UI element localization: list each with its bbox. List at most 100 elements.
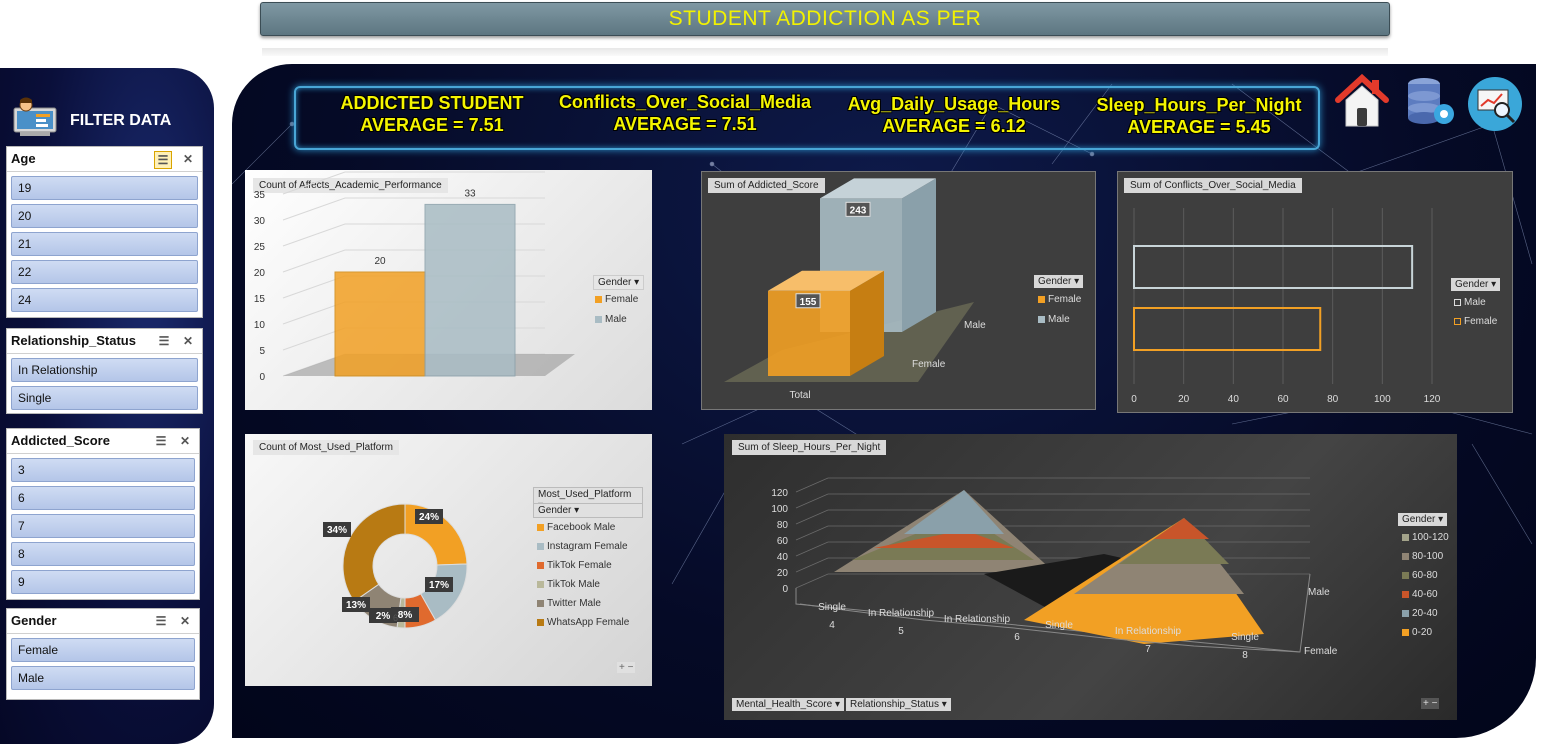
legend-title: Gender bbox=[598, 277, 632, 288]
filter-label: Mental_Health_Score bbox=[736, 699, 833, 710]
slicer-item[interactable]: In Relationship bbox=[11, 358, 198, 382]
slicer-gender: Gender ☰ ✕ Female Male bbox=[6, 608, 200, 700]
depth-label: Male bbox=[1308, 587, 1330, 598]
legend-label: Instagram Female bbox=[547, 541, 628, 552]
legend-label: Female bbox=[1048, 294, 1082, 305]
legend-item: 20-40 bbox=[1402, 608, 1438, 619]
y-tick-label: 30 bbox=[254, 216, 266, 227]
legend-filter-gender[interactable]: Gender ▾ bbox=[1034, 275, 1084, 288]
slicer-item[interactable]: 19 bbox=[11, 176, 198, 200]
analytics-search-icon[interactable] bbox=[1466, 76, 1526, 132]
legend-filter-gender[interactable]: Gender ▾ bbox=[593, 275, 645, 290]
y-tick-label: 20 bbox=[777, 568, 789, 579]
x-tick-label: 80 bbox=[1327, 394, 1339, 405]
x-tick-label: 120 bbox=[1424, 394, 1441, 405]
expand-collapse-buttons[interactable]: + − bbox=[617, 662, 636, 673]
legend-item: 60-80 bbox=[1402, 570, 1438, 581]
data-label: 243 bbox=[850, 205, 867, 216]
expand-collapse-buttons[interactable]: + − bbox=[1421, 698, 1440, 709]
x-group-label: 7 bbox=[1145, 644, 1151, 655]
filter-relationship-status[interactable]: Relationship_Status ▾ bbox=[846, 698, 951, 711]
legend-item: Female bbox=[595, 294, 638, 305]
kpi-label: Avg_Daily_Usage_Hours bbox=[847, 94, 1061, 114]
legend-item: Male bbox=[1454, 297, 1486, 308]
legend-title: Gender bbox=[1038, 276, 1072, 287]
multi-select-icon[interactable]: ☰ bbox=[153, 433, 169, 449]
y-tick-label: 100 bbox=[771, 504, 788, 515]
x-category-label: In Relationship bbox=[944, 614, 1011, 625]
y-tick-label: 0 bbox=[259, 372, 265, 383]
legend-filter-gender[interactable]: Gender ▾ bbox=[1451, 278, 1501, 291]
gridline bbox=[795, 493, 1310, 509]
legend-label: Male bbox=[1464, 297, 1486, 308]
slicer-item[interactable]: Single bbox=[11, 386, 198, 410]
x-tick-label: 40 bbox=[1228, 394, 1240, 405]
slicer-item[interactable]: 20 bbox=[11, 204, 198, 228]
slicer-relationship-status: Relationship_Status ☰ ✕ In Relationship S… bbox=[6, 328, 203, 414]
legend-swatch bbox=[1402, 552, 1409, 560]
y-tick-label: 60 bbox=[777, 536, 789, 547]
slicer-item[interactable]: 7 bbox=[11, 514, 195, 538]
gridline bbox=[795, 477, 1310, 493]
legend-swatch bbox=[537, 542, 544, 550]
kpi-label: Conflicts_Over_Social_Media bbox=[558, 92, 812, 112]
x-category-label: Single bbox=[818, 602, 846, 613]
x-category-label: In Relationship bbox=[1115, 626, 1182, 637]
slicer-title: Relationship_Status bbox=[11, 333, 136, 348]
legend-label: Male bbox=[1048, 314, 1070, 325]
legend-filter-label: Most_Used_Platform bbox=[538, 489, 632, 500]
filter-mental-health-score[interactable]: Mental_Health_Score ▾ bbox=[732, 698, 844, 711]
clear-filter-icon[interactable]: ✕ bbox=[177, 613, 193, 629]
multi-select-icon[interactable]: ☰ bbox=[154, 151, 172, 169]
slicer-item[interactable]: 8 bbox=[11, 542, 195, 566]
chart-conflicts[interactable]: Sum of Conflicts_Over_Social_Media 0 20 40… bbox=[1117, 171, 1513, 413]
slicer-item[interactable]: 24 bbox=[11, 288, 198, 312]
slicer-item[interactable]: 21 bbox=[11, 232, 198, 256]
slicer-item[interactable]: Female bbox=[11, 638, 195, 662]
legend-label: 40-60 bbox=[1412, 589, 1438, 600]
chart-academic-svg: 0 5 10 15 20 25 30 35 20 33 bbox=[254, 171, 575, 383]
slicer-item[interactable]: 6 bbox=[11, 486, 195, 510]
data-label: 8% bbox=[398, 610, 413, 621]
legend-filter-label: Gender bbox=[538, 505, 572, 516]
legend-swatch bbox=[1038, 315, 1045, 323]
home-icon[interactable] bbox=[1334, 72, 1390, 130]
legend-label: Facebook Male bbox=[547, 522, 616, 533]
kpi-label: ADDICTED STUDENT bbox=[340, 93, 524, 113]
chart-most-used-platform[interactable]: Count of Most_Used_Platform 24% 17% 8% 2% 13… bbox=[245, 434, 652, 686]
legend-swatch bbox=[537, 561, 544, 569]
legend-item: Female bbox=[1454, 316, 1497, 327]
slicer-item[interactable]: 9 bbox=[11, 570, 195, 594]
legend-item: 0-20 bbox=[1402, 627, 1432, 638]
bar bbox=[334, 271, 426, 377]
slicer-item[interactable]: 22 bbox=[11, 260, 198, 284]
chart-sleep-hours[interactable]: Sum of Sleep_Hours_Per_Night 0 20 40 60 80 10… bbox=[724, 434, 1457, 720]
legend-item: TikTok Female bbox=[537, 560, 612, 571]
clear-filter-icon[interactable]: ✕ bbox=[180, 333, 196, 349]
y-tick-label: 10 bbox=[254, 320, 266, 331]
kpi-sleep-hours: Sleep_Hours_Per_Night AVERAGE = 5.45 bbox=[1086, 94, 1312, 138]
x-tick-label: 100 bbox=[1374, 394, 1391, 405]
clear-filter-icon[interactable]: ✕ bbox=[177, 433, 193, 449]
chart-addicted-score[interactable]: Sum of Addicted_Score 243 155 Total Male Fem… bbox=[701, 171, 1096, 410]
y-tick-label: 35 bbox=[254, 190, 266, 201]
database-settings-icon[interactable] bbox=[1404, 76, 1458, 128]
x-tick-label: 0 bbox=[1131, 394, 1137, 405]
data-label: 20 bbox=[374, 256, 386, 267]
x-group-label: 4 bbox=[829, 620, 835, 631]
slicer-item[interactable]: 3 bbox=[11, 458, 195, 482]
legend-label: 80-100 bbox=[1412, 551, 1444, 562]
multi-select-icon[interactable]: ☰ bbox=[156, 333, 172, 349]
surface-band bbox=[1154, 518, 1209, 539]
legend-filter-gender[interactable]: Gender ▾ bbox=[1398, 513, 1448, 526]
data-label: 33 bbox=[464, 188, 476, 199]
clear-filter-icon[interactable]: ✕ bbox=[180, 151, 196, 167]
legend-swatch bbox=[1402, 571, 1409, 579]
kpi-addicted-student: ADDICTED STUDENT AVERAGE = 7.51 bbox=[314, 92, 550, 136]
chart-academic-performance[interactable]: Count of Affects_Academic_Performance 05… bbox=[245, 170, 652, 410]
multi-select-icon[interactable]: ☰ bbox=[153, 613, 169, 629]
legend-title: Gender bbox=[1455, 279, 1489, 290]
slicer-item[interactable]: Male bbox=[11, 666, 195, 690]
legend-filter-gender[interactable]: Gender ▾ bbox=[533, 503, 643, 518]
kpi-value: AVERAGE = 7.51 bbox=[360, 115, 504, 135]
